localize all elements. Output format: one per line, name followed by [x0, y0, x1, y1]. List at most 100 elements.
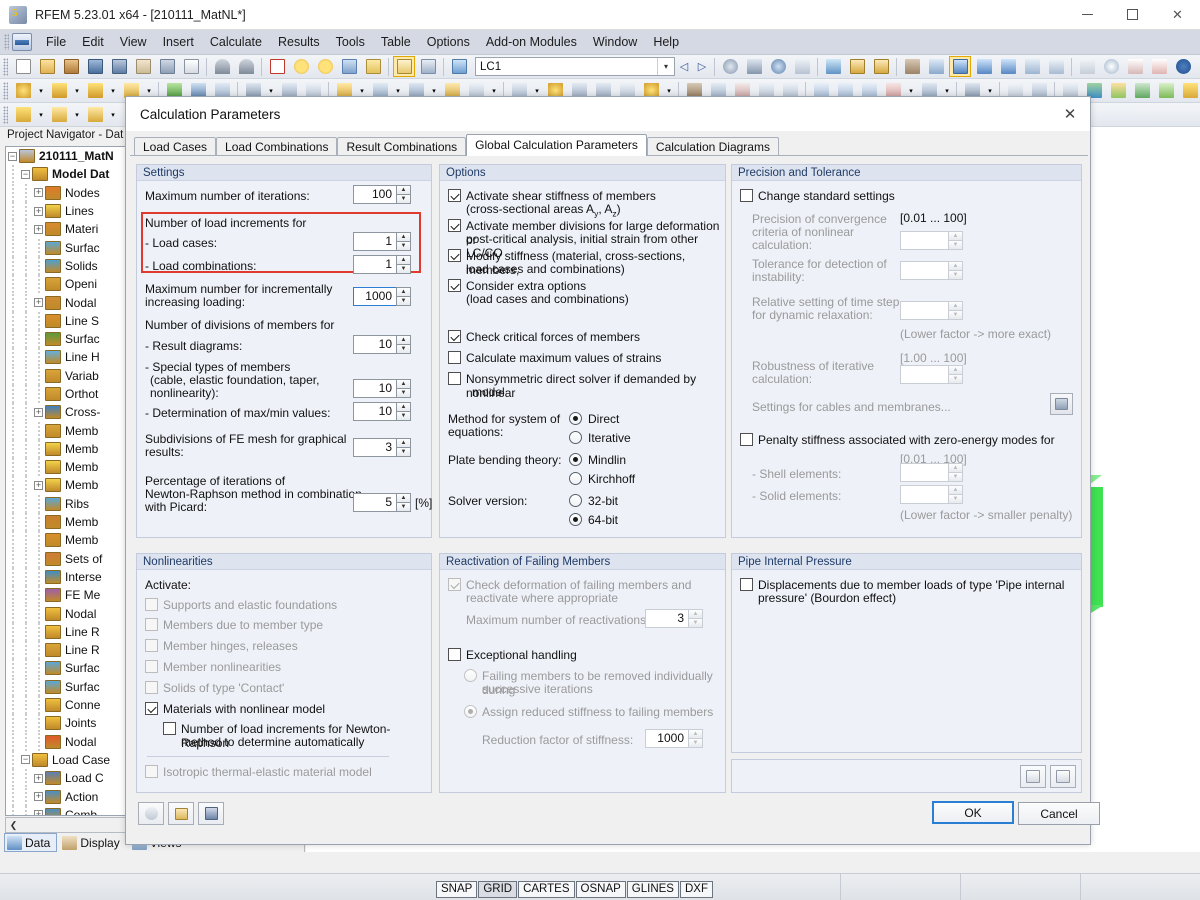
snap-button-snap[interactable]: SNAP: [436, 881, 478, 898]
tool-text-dropdown-icon[interactable]: ▾: [108, 104, 118, 125]
spin-down-icon[interactable]: ▼: [948, 374, 963, 384]
paste-parameters-button[interactable]: [1050, 765, 1076, 788]
insert-line-info-icon[interactable]: [84, 80, 106, 101]
spin-up-icon[interactable]: ▲: [396, 287, 411, 296]
minimize-button[interactable]: [1065, 0, 1110, 30]
spin-up-icon[interactable]: ▲: [396, 379, 411, 388]
spin-up-icon[interactable]: ▲: [396, 402, 411, 411]
spin-up-icon[interactable]: ▲: [396, 335, 411, 344]
spin-down-icon[interactable]: ▼: [396, 388, 411, 398]
shell-elements-spinner[interactable]: ▲ ▼: [900, 463, 963, 482]
nl-member-nonlinearities-checkbox[interactable]: [145, 660, 158, 673]
zoom-in-icon[interactable]: [314, 56, 336, 77]
maxmin-stepper[interactable]: ▲ ▼: [396, 402, 411, 421]
insert-line-info-dropdown-icon[interactable]: ▾: [108, 80, 118, 101]
menu-insert[interactable]: Insert: [155, 32, 202, 52]
shell-elements-value[interactable]: [900, 463, 948, 482]
window-tile-icon[interactable]: [1179, 80, 1200, 101]
tool-dimension-dropdown-icon[interactable]: ▾: [36, 104, 46, 125]
precision-convergence-value[interactable]: [900, 231, 948, 250]
calculate-selected-icon[interactable]: [997, 56, 1019, 77]
tree-expander-icon[interactable]: +: [32, 808, 45, 815]
printout-report2-icon[interactable]: [870, 56, 892, 77]
tree-expander-icon[interactable]: +: [32, 790, 45, 803]
fe-mesh-icon[interactable]: [901, 56, 923, 77]
spin-down-icon[interactable]: ▼: [396, 447, 411, 457]
menu-calculate[interactable]: Calculate: [202, 32, 270, 52]
load-combinations-stepper[interactable]: ▲ ▼: [396, 255, 411, 274]
spin-down-icon[interactable]: ▼: [396, 264, 411, 274]
menubar-grip[interactable]: [4, 34, 9, 50]
next-load-case-button[interactable]: ▷: [693, 57, 711, 77]
snap-button-grid[interactable]: GRID: [478, 881, 518, 898]
picard-value[interactable]: 5: [353, 493, 396, 512]
spin-down-icon[interactable]: ▼: [396, 296, 411, 306]
open-project-icon[interactable]: [84, 56, 106, 77]
spin-down-icon[interactable]: ▼: [396, 194, 411, 204]
calculation-details-icon[interactable]: [1045, 56, 1067, 77]
picard-spinner[interactable]: 5 ▲ ▼: [353, 493, 411, 512]
snap-button-cartes[interactable]: CARTES: [518, 881, 575, 898]
spin-down-icon[interactable]: ▼: [948, 240, 963, 250]
solid-elements-value[interactable]: [900, 485, 948, 504]
exceptional-handling-checkbox[interactable]: [448, 648, 461, 661]
copy-parameters-button[interactable]: [1020, 765, 1046, 788]
tab-global-calculation-parameters[interactable]: Global Calculation Parameters: [466, 134, 647, 156]
tolerance-instability-value[interactable]: [900, 261, 948, 280]
snap-button-glines[interactable]: GLINES: [626, 881, 679, 898]
max-reactivations-value[interactable]: 3: [645, 609, 688, 628]
robustness-value[interactable]: [900, 365, 948, 384]
reduction-factor-stepper[interactable]: ▲ ▼: [688, 729, 703, 748]
clipboard-icon[interactable]: [132, 56, 154, 77]
snap-button-osnap[interactable]: OSNAP: [575, 881, 626, 898]
max-iterations-value[interactable]: 100: [353, 185, 396, 204]
spin-down-icon[interactable]: ▼: [948, 472, 963, 482]
maxmin-spinner[interactable]: 10 ▲ ▼: [353, 402, 411, 421]
properties-icon[interactable]: [1196, 56, 1200, 77]
menu-results[interactable]: Results: [270, 32, 328, 52]
tolerance-instability-stepper[interactable]: ▲ ▼: [948, 261, 963, 280]
robustness-stepper[interactable]: ▲ ▼: [948, 365, 963, 384]
new-file-icon[interactable]: [12, 56, 34, 77]
menu-options[interactable]: Options: [419, 32, 478, 52]
prev-load-case-button[interactable]: ◁: [675, 57, 693, 77]
open-file-icon[interactable]: [36, 56, 58, 77]
nl-solids-contact-checkbox[interactable]: [145, 681, 158, 694]
insert-line-dropdown-icon[interactable]: ▾: [72, 80, 82, 101]
results-surface-icon[interactable]: [767, 56, 789, 77]
check-deformation-checkbox[interactable]: [448, 578, 461, 591]
max-iterations-spinner[interactable]: 100 ▲ ▼: [353, 185, 411, 204]
menu-addon-modules[interactable]: Add-on Modules: [478, 32, 585, 52]
max-incremental-spinner[interactable]: 1000 ▲ ▼: [353, 287, 411, 306]
spin-down-icon[interactable]: ▼: [948, 494, 963, 504]
modify-stiffness-checkbox[interactable]: [448, 249, 461, 262]
tree-expander-icon[interactable]: −: [19, 168, 32, 181]
save-icon[interactable]: [108, 56, 130, 77]
tab-load-combinations[interactable]: Load Combinations: [216, 137, 338, 156]
spin-up-icon[interactable]: ▲: [688, 729, 703, 738]
secondary-toolbar-grip[interactable]: [3, 105, 8, 124]
assign-reduced-stiffness-radio[interactable]: [464, 705, 477, 718]
scroll-left-icon[interactable]: ❮: [6, 818, 21, 832]
plate-mindlin-radio[interactable]: [569, 453, 582, 466]
fe-mesh-settings-icon[interactable]: [925, 56, 947, 77]
pan-icon[interactable]: [362, 56, 384, 77]
nl-member-hinges-checkbox[interactable]: [145, 639, 158, 652]
spin-up-icon[interactable]: ▲: [948, 301, 963, 310]
failing-removed-radio[interactable]: [464, 669, 477, 682]
menu-file[interactable]: File: [38, 32, 74, 52]
check-critical-forces-checkbox[interactable]: [448, 330, 461, 343]
printout-report-icon[interactable]: [846, 56, 868, 77]
close-button[interactable]: ✕: [1155, 0, 1200, 30]
load-cases-spinner[interactable]: 1 ▲ ▼: [353, 232, 411, 251]
load-settings-button[interactable]: [168, 802, 194, 825]
calculation-diagram-icon[interactable]: [1021, 56, 1043, 77]
load-case-combo[interactable]: LC1 ▾: [475, 57, 675, 76]
snap-button-dxf[interactable]: DXF: [679, 881, 713, 898]
pipe-displacements-checkbox[interactable]: [740, 578, 753, 591]
spin-down-icon[interactable]: ▼: [396, 502, 411, 512]
spin-down-icon[interactable]: ▼: [396, 344, 411, 354]
info-icon[interactable]: [1172, 56, 1194, 77]
tree-expander-icon[interactable]: +: [32, 772, 45, 785]
spin-down-icon[interactable]: ▼: [948, 310, 963, 320]
